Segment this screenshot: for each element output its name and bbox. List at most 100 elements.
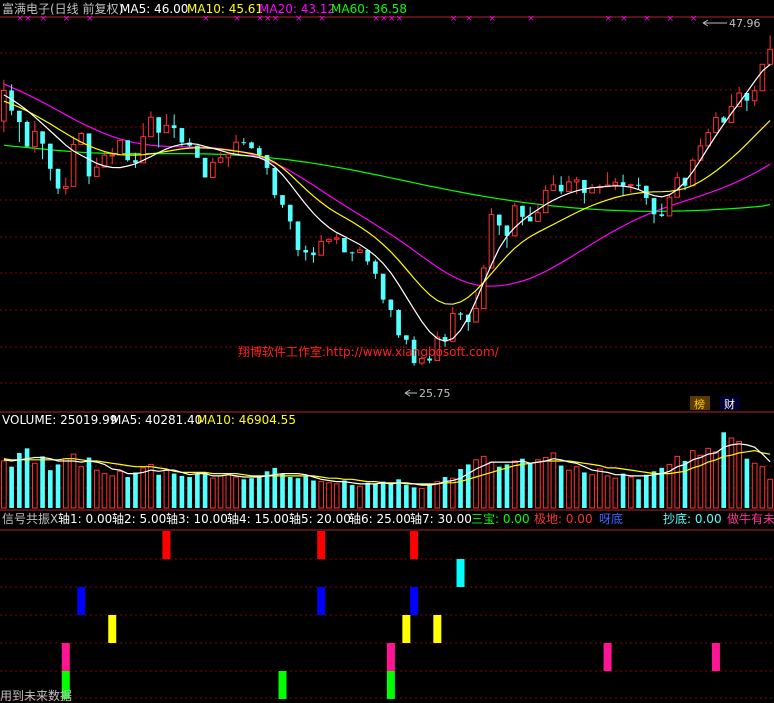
volume-bar-down [40,456,45,508]
volume-bar-up [759,466,766,509]
volume-bar-up [210,477,216,509]
volume-bar-down [520,458,525,508]
volume-bar-up [318,481,325,509]
candle-body-up [627,184,634,187]
volume-bar-down [55,464,61,508]
signal-bar [162,531,171,559]
volume-bar-down [458,469,463,508]
badge-bang[interactable]: 榜 [694,397,705,411]
volume-bar-up [117,470,123,509]
signal-bar [456,559,465,587]
volume-bar-down [721,432,727,508]
volume-bar-up [736,440,742,509]
candle-body-up [767,48,773,65]
footer-note: 用到未来数据 [0,688,72,703]
candle-body-down [272,167,278,196]
volume-bar-up [140,467,147,509]
candle-body-up [473,308,479,323]
candle-body-up [573,179,580,183]
volume-bar-up [32,462,38,509]
candle-body-down [582,179,587,193]
top-marker: × [690,14,698,24]
volume-bar-down [349,485,355,508]
volume-bar-down [171,473,177,508]
volume-bar-down [202,472,208,508]
candle-body-up [233,141,239,155]
volume-bar-down [287,477,293,508]
candle-body-down [373,261,378,274]
volume-bar-down [582,472,587,508]
signal-bar [603,643,612,671]
signal-bar [317,531,326,559]
candle-body-down [40,131,45,144]
signal-bar [317,587,326,615]
candle-body-down [651,198,657,215]
volume-bar-up [225,474,232,509]
signal-bar [711,643,720,671]
signal-header-item: 做牛有未 [727,511,774,526]
candle-body-up [62,185,69,190]
signal-header-item: 呀底 [599,511,623,526]
signal-bar [278,671,287,699]
volume-bar-up [70,453,77,509]
candle-body-up [210,161,216,178]
volume-bar-down [187,477,192,508]
volume-bar-up [78,466,85,509]
signal-header-item: 轴1: 0.00 [58,511,112,526]
signal-bar [433,615,442,643]
volume-bar-up [604,475,611,509]
volume-bar-down [125,477,131,508]
volume-bar-up [93,469,100,509]
candle-body-down [527,216,533,222]
candle-body-up [535,212,541,222]
volume-bar-down [156,474,161,508]
volume-bar-up [217,475,224,509]
candle-body-down [287,204,293,222]
volume-bar-down [9,466,14,508]
volume-bar-down [558,465,564,508]
top-marker: × [450,14,458,24]
volume-bar-down [427,483,432,508]
volume-bar-down [411,487,417,508]
volume-bar-up [728,437,735,509]
volume-bar-up [488,461,495,509]
top-marker: × [667,14,675,24]
volume-bar-down [527,463,533,508]
volume-bar-down [380,481,386,508]
watermark: 翔博软件工作室:http://www.xiangbosoft.com/ [238,344,500,359]
candle-body-down [24,121,30,147]
signal-header-item: 抄底: 0.00 [663,511,722,526]
badge-cai[interactable]: 财 [724,397,735,411]
volume-bar-up [627,476,634,509]
volume-bar-down [241,479,247,508]
volume-bar-up [419,488,425,509]
candle-body-up [566,181,572,192]
volume-bar-up [326,482,332,509]
volume-bar-down [404,485,409,508]
candle-body-up [728,106,735,124]
candle-body-up [666,196,673,217]
volume-bar-down [373,483,378,508]
candle-body-down [388,299,394,311]
volume-bar-up [705,447,712,509]
volume-bar-down [620,473,626,508]
volume-bar-down [342,480,347,508]
volume-bar-down [636,479,641,508]
signal-header-item: 轴3: 10.00 [166,511,228,526]
top-marker: × [488,14,496,24]
candle-body-down [396,310,401,336]
volume-bar-down [195,473,200,508]
volume-bar-up [566,469,572,509]
volume-bar-down [311,480,316,508]
volume-bar-up [542,457,549,509]
volume-bar-up [357,485,363,509]
signal-bar [386,671,395,699]
volume-bar-down [682,460,688,508]
ma60-label: MA60: 36.58 [331,2,407,16]
candle-body-down [349,252,355,254]
candle-body-down [256,148,262,155]
volume-bar-up [573,466,580,509]
signal-header-item: 轴6: 25.00 [349,511,411,526]
candle-body-down [558,184,564,192]
volume-bar-down [47,470,53,508]
